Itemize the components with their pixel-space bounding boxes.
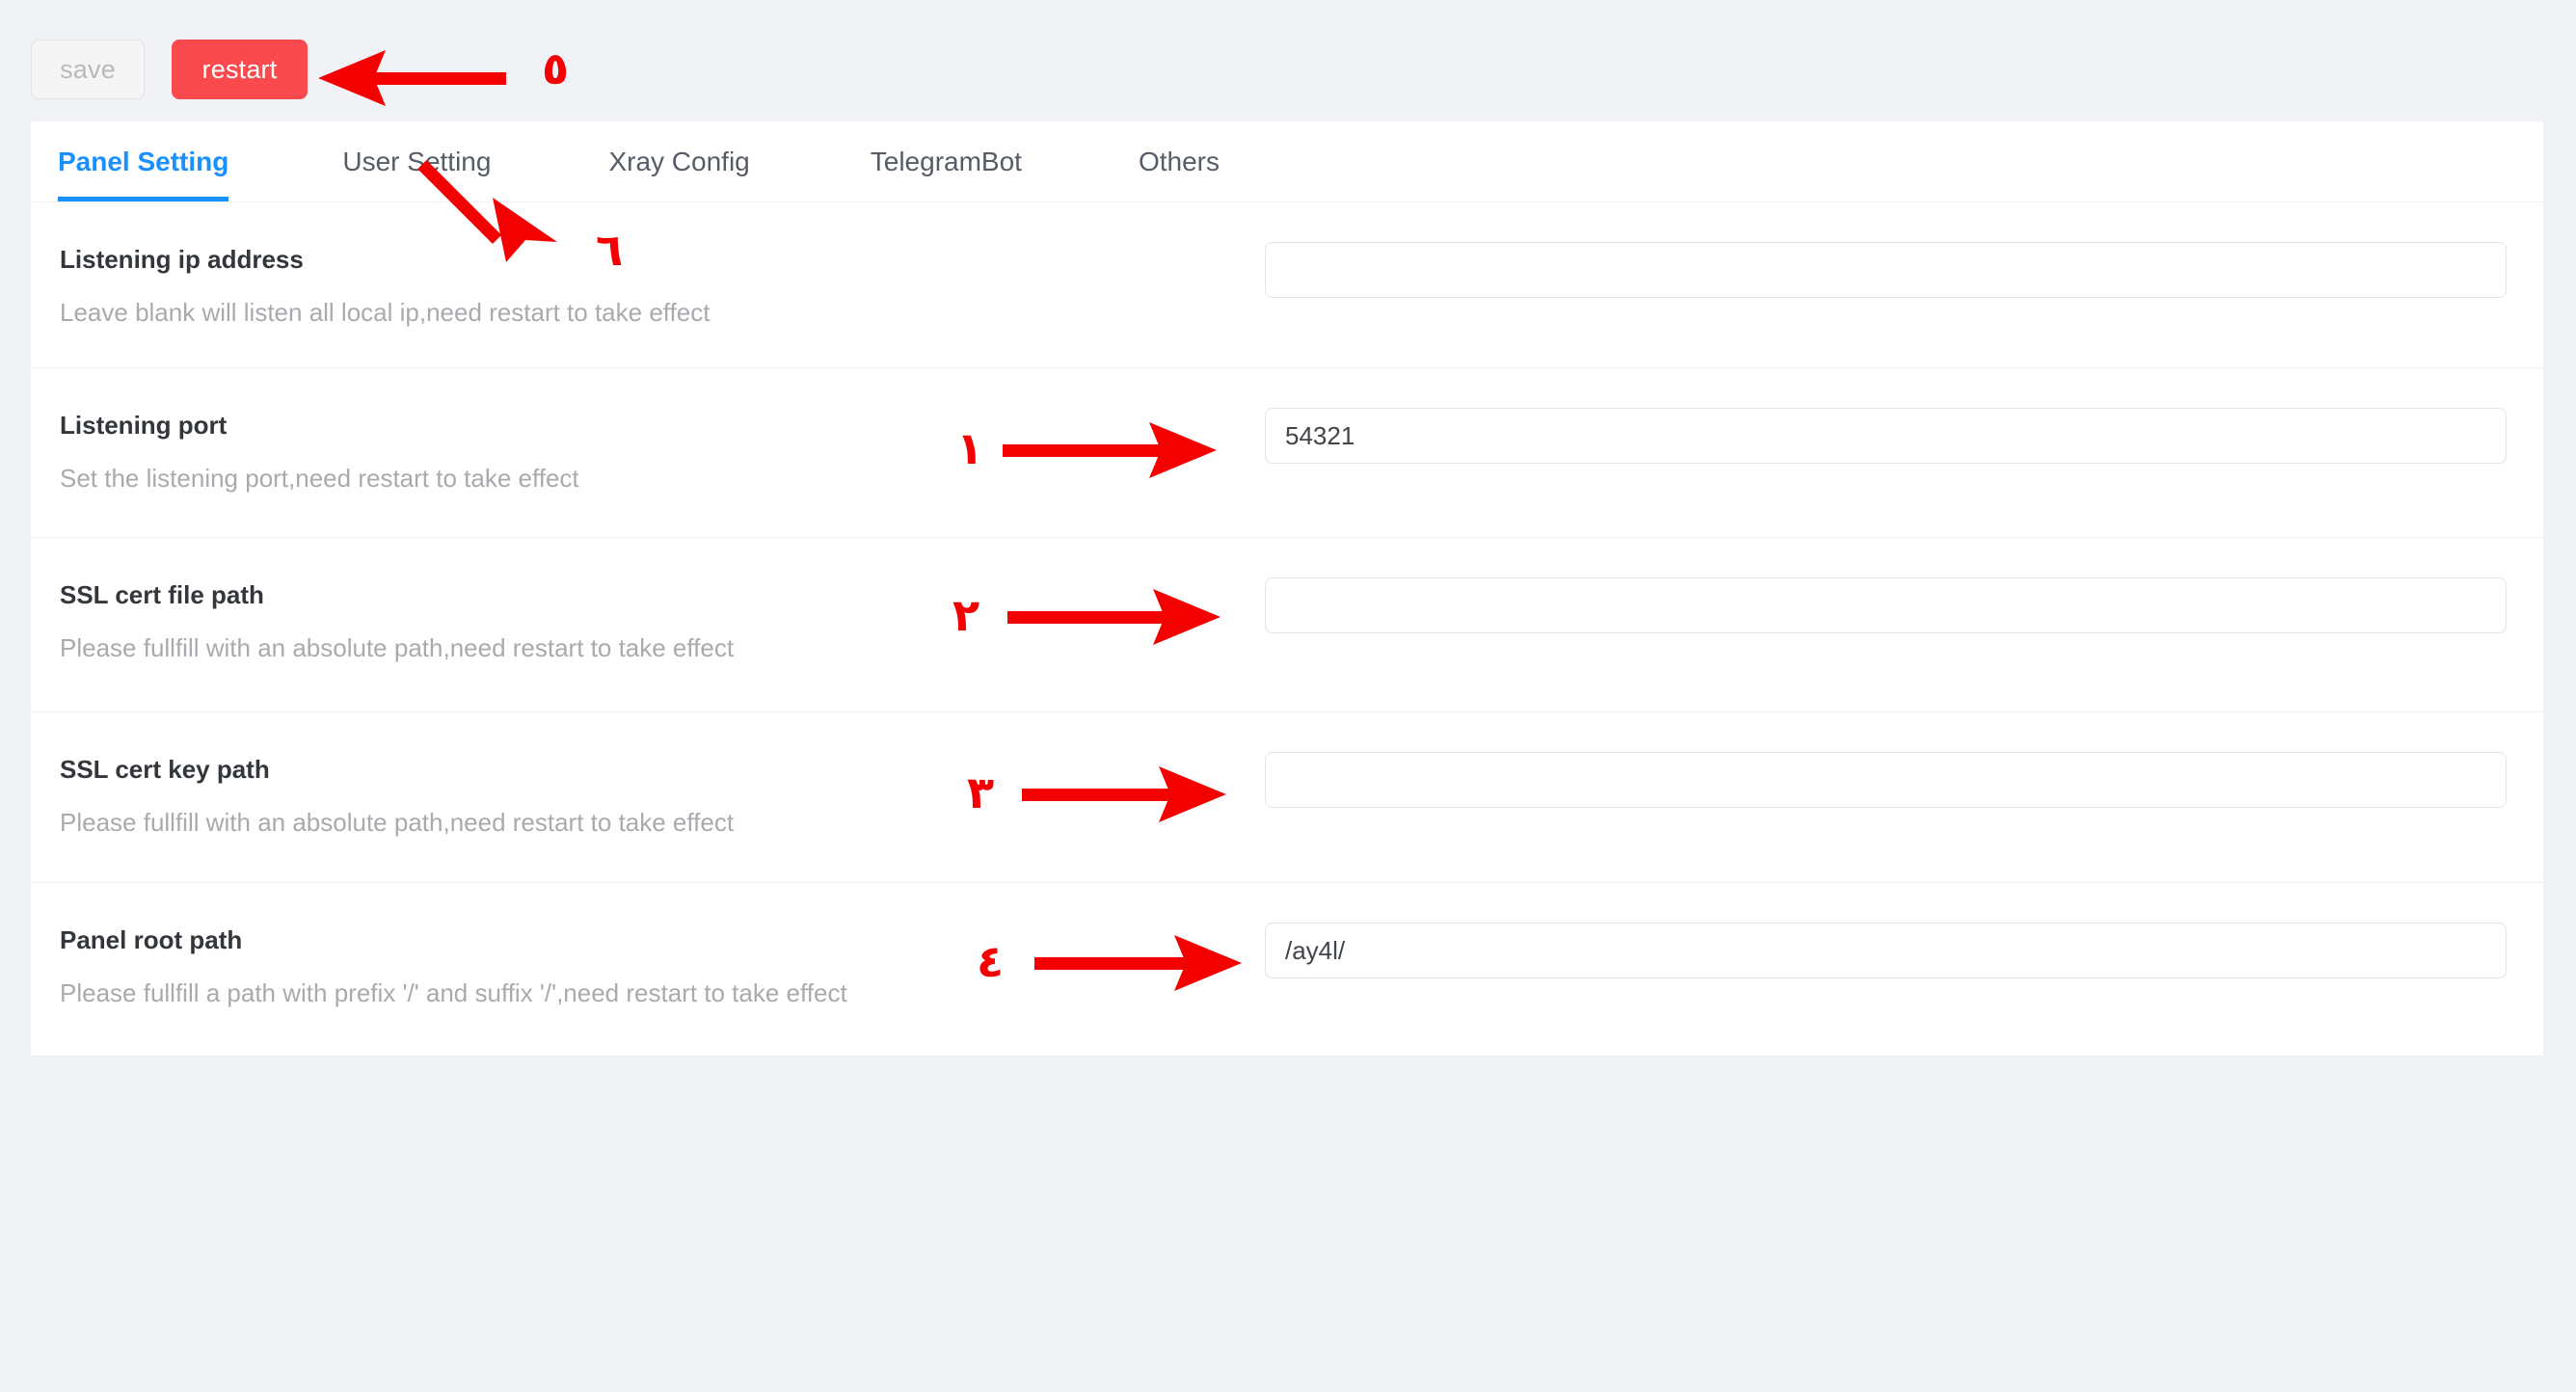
setting-label-group: SSL cert key path Please fullfill with a…	[31, 712, 1265, 838]
listening-port-input[interactable]	[1265, 408, 2507, 464]
save-button[interactable]: save	[31, 40, 145, 99]
setting-label-group: SSL cert file path Please fullfill with …	[31, 538, 1265, 663]
setting-description: Please fullfill with an absolute path,ne…	[60, 808, 735, 838]
settings-tab-bar: Panel Setting User Setting Xray Config T…	[31, 121, 2543, 202]
tab-others[interactable]: Others	[1139, 121, 1220, 201]
setting-label-group: Listening port Set the listening port,ne…	[31, 368, 1265, 494]
setting-control-group	[1265, 202, 2543, 298]
annotation-number-5: ٥	[542, 42, 570, 94]
setting-row-ssl-cert-file-path: SSL cert file path Please fullfill with …	[31, 538, 2543, 712]
setting-control-group	[1265, 712, 2543, 808]
setting-description: Please fullfill a path with prefix '/' a…	[60, 978, 847, 1008]
setting-title: Listening port	[60, 411, 228, 440]
ssl-cert-file-path-input[interactable]	[1265, 577, 2507, 633]
setting-label-group: Panel root path Please fullfill a path w…	[31, 883, 1265, 1008]
setting-row-listening-port: Listening port Set the listening port,ne…	[31, 368, 2543, 538]
setting-row-ssl-cert-key-path: SSL cert key path Please fullfill with a…	[31, 712, 2543, 883]
tab-telegrambot[interactable]: TelegramBot	[871, 121, 1022, 201]
setting-description: Leave blank will listen all local ip,nee…	[60, 298, 711, 328]
restart-button[interactable]: restart	[172, 40, 308, 99]
listening-ip-address-input[interactable]	[1265, 242, 2507, 298]
setting-title: Panel root path	[60, 925, 243, 954]
tab-panel-setting[interactable]: Panel Setting	[58, 121, 229, 201]
action-toolbar: save restart	[31, 39, 308, 100]
setting-row-listening-ip-address: Listening ip address Leave blank will li…	[31, 202, 2543, 368]
setting-label-group: Listening ip address Leave blank will li…	[31, 202, 1265, 328]
setting-title: SSL cert file path	[60, 580, 264, 609]
tab-xray-config[interactable]: Xray Config	[608, 121, 749, 201]
panel-root-path-input[interactable]	[1265, 923, 2507, 978]
tab-user-setting[interactable]: User Setting	[342, 121, 491, 201]
setting-title: Listening ip address	[60, 245, 304, 274]
setting-control-group	[1265, 883, 2543, 978]
annotation-arrow-restart	[318, 50, 506, 106]
panel-settings-card: Panel Setting User Setting Xray Config T…	[31, 121, 2543, 1056]
setting-control-group	[1265, 538, 2543, 633]
setting-title: SSL cert key path	[60, 755, 270, 784]
ssl-cert-key-path-input[interactable]	[1265, 752, 2507, 808]
setting-control-group	[1265, 368, 2543, 464]
setting-description: Set the listening port,need restart to t…	[60, 464, 579, 494]
setting-description: Please fullfill with an absolute path,ne…	[60, 633, 735, 663]
setting-row-panel-root-path: Panel root path Please fullfill a path w…	[31, 883, 2543, 1056]
